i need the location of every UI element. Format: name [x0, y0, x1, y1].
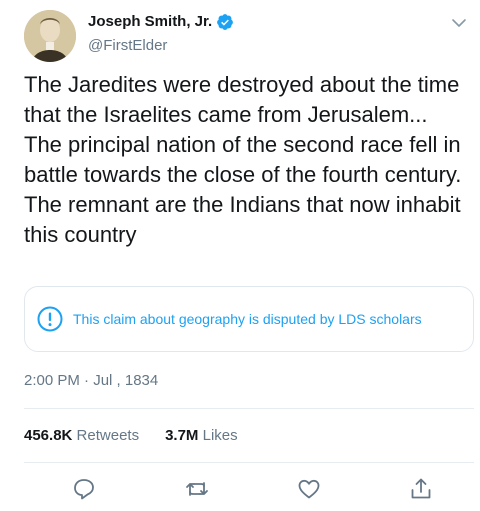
author-handle[interactable]: @FirstElder: [88, 36, 167, 56]
engagement-stats: 456.8K Retweets 3.7M Likes: [24, 427, 238, 444]
info-icon: [37, 306, 63, 332]
avatar[interactable]: [24, 10, 76, 62]
author-name-text: Joseph Smith, Jr.: [88, 13, 213, 30]
disputed-notice[interactable]: This claim about geography is disputed b…: [24, 286, 474, 352]
likes-label: Likes: [202, 427, 238, 444]
divider: [24, 408, 474, 409]
retweets-stat[interactable]: 456.8K Retweets: [24, 427, 139, 444]
retweets-count: 456.8K: [24, 427, 73, 444]
like-icon[interactable]: [296, 476, 322, 502]
share-icon[interactable]: [408, 476, 434, 502]
chevron-down-icon[interactable]: [450, 14, 468, 32]
action-bar: [0, 470, 480, 504]
retweet-icon[interactable]: [184, 476, 210, 502]
reply-icon[interactable]: [71, 476, 97, 502]
notice-text[interactable]: This claim about geography is disputed b…: [73, 311, 422, 327]
likes-stat[interactable]: 3.7M Likes: [165, 427, 238, 444]
divider: [24, 462, 474, 463]
author-name[interactable]: Joseph Smith, Jr.: [88, 12, 234, 32]
verified-badge-icon: [216, 13, 234, 31]
tweet-text: The Jaredites were destroyed about the t…: [24, 72, 462, 247]
tweet-timestamp[interactable]: 2:00 PM · Jul , 1834: [24, 372, 158, 389]
likes-count: 3.7M: [165, 427, 199, 444]
retweets-label: Retweets: [76, 427, 140, 444]
